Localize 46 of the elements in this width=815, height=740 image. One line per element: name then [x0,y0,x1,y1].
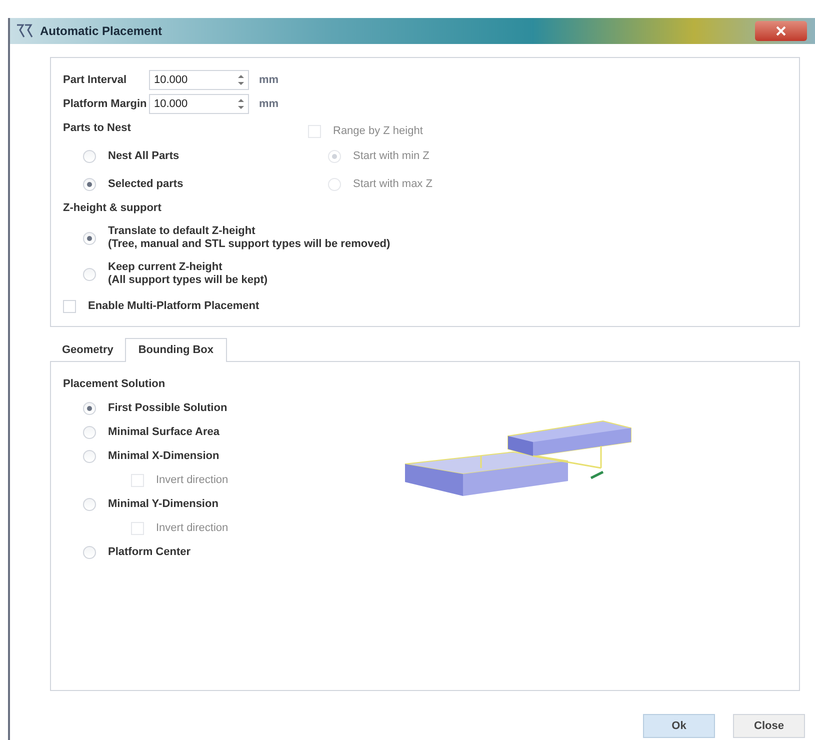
dialog-button[interactable]: Ok [643,714,715,738]
option-label: Selected parts [108,176,184,192]
option-label: Minimal Y-Dimension [108,496,218,512]
checkbox[interactable] [63,300,76,312]
field-label: Part Interval [63,72,128,88]
section-label: Parts to Nest [63,121,132,136]
option-note: (Tree, manual and STL support types will be removed) [108,238,390,251]
option-label: Minimal Surface Area [108,424,220,440]
option-label: Range by Z height [333,124,423,139]
window-title: Automatic Placement [40,23,162,40]
radio-button[interactable] [83,268,96,280]
option-label: Platform Center [108,544,191,560]
radio-button[interactable] [83,450,96,462]
radio-button[interactable] [83,402,96,414]
radio-button[interactable] [83,232,96,244]
option-label: Enable Multi-Platform Placement [88,298,260,314]
app-icon [16,24,34,38]
radio-button[interactable] [83,426,96,438]
option-note: (All support types will be kept) [108,274,268,287]
close-icon [776,26,786,36]
option-label: Invert direction [156,472,228,488]
section-label: Placement Solution [63,377,166,392]
field-label: Platform Margin [63,96,148,112]
tab[interactable]: Geometry [50,340,126,361]
radio-button[interactable] [83,150,96,162]
unit-label: mm [259,96,279,112]
radio-button[interactable] [83,498,96,510]
dialog-button[interactable]: Close [733,714,805,738]
option-label: First Possible Solution [108,400,228,416]
number-field[interactable]: 10.000 [149,94,249,114]
radio-button[interactable] [83,178,96,190]
tab[interactable]: Bounding Box [125,338,227,362]
option-label: Nest All Parts [108,148,180,164]
option-label: Start with min Z [353,148,430,164]
unit-label: mm [259,72,279,88]
option-label: Start with max Z [353,176,432,192]
spin-arrows-icon [238,98,244,110]
section-label: Z-height & support [63,201,162,216]
option-label: Keep current Z-height [108,261,224,274]
spin-arrows-icon [238,74,244,86]
option-label: Translate to default Z-height [108,225,256,238]
close-button[interactable] [755,21,807,41]
radio-button[interactable] [83,546,96,558]
option-label: Minimal X-Dimension [108,448,220,464]
number-field[interactable]: 10.000 [149,70,249,90]
option-label: Invert direction [156,520,228,536]
